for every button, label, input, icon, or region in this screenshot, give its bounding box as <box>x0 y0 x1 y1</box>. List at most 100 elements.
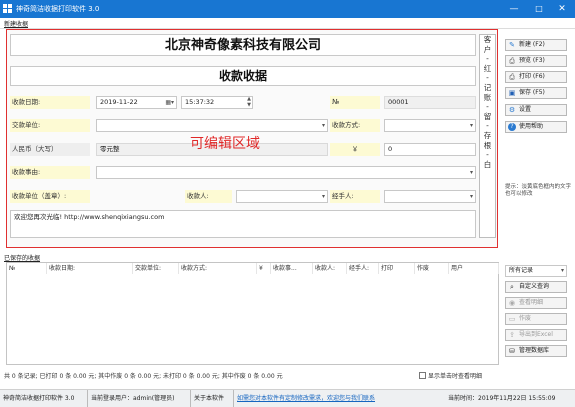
reason-label[interactable]: 收款事由: <box>10 166 90 179</box>
help-icon: ? <box>508 123 516 131</box>
app-icon <box>3 4 12 13</box>
records-table[interactable]: № 收款日期: 交款单位: 收款方式: ¥ 收款事... 收款人: 经手人: 打… <box>6 262 499 365</box>
minimize-button[interactable]: — <box>505 2 523 16</box>
custom-query-button[interactable]: ⌕ 自定义查询 <box>505 281 567 293</box>
void-icon: ▭ <box>508 315 516 323</box>
manage-database-label: 管理数据库 <box>519 347 550 354</box>
spinner-icon[interactable]: ▲ ▼ <box>247 97 251 108</box>
col-header[interactable]: ¥ <box>257 263 271 274</box>
time-value: 15:37:32 <box>185 98 215 106</box>
col-header[interactable]: № <box>7 263 47 274</box>
help-button[interactable]: ? 使用帮助 <box>505 121 567 133</box>
custom-query-label: 自定义查询 <box>519 283 550 290</box>
receipt-number: 00001 <box>384 96 476 109</box>
reason-combobox[interactable] <box>96 166 476 179</box>
company-name-field[interactable]: 北京神奇像素科技有限公司 <box>10 34 476 56</box>
method-label[interactable]: 收款方式: <box>330 119 380 132</box>
note-textarea[interactable]: 欢迎您再次光临! http://www.shenqixiangsu.com <box>10 210 476 238</box>
col-header[interactable]: 收款日期: <box>47 263 133 274</box>
col-header[interactable]: 收款方式: <box>179 263 257 274</box>
help-button-label: 使用帮助 <box>519 123 544 130</box>
date-label[interactable]: 收款日期: <box>10 96 90 109</box>
status-clock: 当前时间：2019年11月22日 15:55:09 <box>448 395 556 402</box>
col-header[interactable]: 交款单位: <box>133 263 179 274</box>
col-header[interactable]: 经手人: <box>347 263 379 274</box>
save-icon: ▣ <box>508 89 516 97</box>
status-bar: 神奇简洁收据打印软件 3.0 当前登录用户：admin(管理员) 关于本软件 如… <box>0 389 575 407</box>
record-filter-select[interactable]: 所有记录 <box>505 265 567 277</box>
handler-combobox[interactable] <box>384 190 476 203</box>
stub-char: 账 <box>483 92 492 102</box>
method-combobox[interactable] <box>384 119 476 132</box>
save-button-label: 保存 (F5) <box>519 89 545 96</box>
manage-database-button[interactable]: ⛁ 管理数据库 <box>505 345 567 357</box>
void-button[interactable]: ▭ 作废 <box>505 313 567 325</box>
menu-bar: 新建收据 <box>0 18 575 29</box>
gear-icon: ⚙ <box>508 106 516 114</box>
receipt-title-field[interactable]: 收款收据 <box>10 66 476 86</box>
unit-stamp-label[interactable]: 收款单位（盖章）: <box>10 190 90 203</box>
window-title: 神奇简洁收据打印软件 3.0 <box>16 5 100 13</box>
checkbox-label: 显示单击时查看明细 <box>428 373 483 380</box>
show-detail-checkbox[interactable]: 显示单击时查看明细 <box>419 371 482 380</box>
print-button[interactable]: ⎙ 打印 (F6) <box>505 71 567 83</box>
col-header[interactable]: 收款人: <box>313 263 347 274</box>
rmb-uppercase-label: 人民币（大写） <box>10 143 90 156</box>
calendar-icon[interactable]: ▦▾ <box>165 97 174 108</box>
close-button[interactable]: ✕ <box>553 2 571 16</box>
view-detail-button[interactable]: ◉ 查看明细 <box>505 297 567 309</box>
new-button[interactable]: ✎ 新建 (F2) <box>505 39 567 51</box>
about-link[interactable]: 关于本软件 <box>190 390 224 407</box>
col-header[interactable]: 作废 <box>415 263 449 274</box>
amount-input[interactable]: 0 <box>384 143 476 156</box>
detail-icon: ◉ <box>508 299 516 307</box>
payer-label[interactable]: 交款单位: <box>10 119 90 132</box>
col-header[interactable]: 用户 <box>449 263 499 274</box>
stub-char: - <box>486 54 489 64</box>
yen-symbol: ￥ <box>330 143 380 156</box>
editable-area-caption: 可编辑区域 <box>190 136 260 152</box>
stub-char: 白 <box>483 159 492 169</box>
records-summary: 共 0 条记录; 已打印 0 条 0.00 元; 其中作废 0 条 0.00 元… <box>4 373 283 380</box>
col-header[interactable]: 打印 <box>379 263 415 274</box>
stub-char: 记 <box>483 82 492 92</box>
time-picker[interactable]: 15:37:32 ▲ ▼ <box>181 96 253 109</box>
void-label: 作废 <box>519 315 532 322</box>
receiver-label[interactable]: 收款人: <box>185 190 232 203</box>
status-user: 当前登录用户：admin(管理员) <box>87 390 174 407</box>
preview-icon: ⎙ <box>509 57 515 65</box>
copy-stub-column[interactable]: 客 户 - 红 - 记 账 - 留 - 存 根 - 白 <box>479 34 496 238</box>
stub-char: - <box>486 73 489 83</box>
export-icon: ⇪ <box>509 331 515 339</box>
view-detail-label: 查看明细 <box>519 299 544 306</box>
handler-label[interactable]: 经手人: <box>330 190 380 203</box>
printer-icon: ⎙ <box>509 73 515 81</box>
stub-char: 客 <box>483 35 492 44</box>
receiver-combobox[interactable] <box>236 190 328 203</box>
status-app-name: 神奇简洁收据打印软件 3.0 <box>3 395 75 402</box>
custom-dev-notice-link[interactable]: 如需您对本软件有定制修改需求，欢迎您与我们联系 <box>233 390 375 407</box>
col-header[interactable]: 收款事... <box>271 263 313 274</box>
checkbox-box[interactable] <box>419 372 426 379</box>
stub-char: 根 <box>483 140 492 150</box>
new-receipt-section-label[interactable]: 新建收据 <box>4 19 28 28</box>
preview-button[interactable]: ⎙ 预览 (F3) <box>505 55 567 67</box>
date-picker[interactable]: 2019-11-22 ▦▾ <box>96 96 177 109</box>
database-icon: ⛁ <box>509 347 515 355</box>
saved-receipts-label: 已保存的收据 <box>4 255 41 262</box>
settings-button-label: 设置 <box>519 106 532 113</box>
stub-char: - <box>486 102 489 112</box>
payer-combobox[interactable] <box>96 119 328 132</box>
preview-button-label: 预览 (F3) <box>519 57 545 64</box>
tip-text: 提示：淡黄底色框内的文字也可以修改 <box>505 184 572 197</box>
stub-char: 存 <box>483 130 492 140</box>
new-button-label: 新建 (F2) <box>519 41 545 48</box>
maximize-button[interactable]: □ <box>530 2 548 16</box>
print-button-label: 打印 (F6) <box>519 73 545 80</box>
export-excel-label: 导出到Excel <box>519 331 553 338</box>
search-icon: ⌕ <box>510 283 514 291</box>
export-excel-button[interactable]: ⇪ 导出到Excel <box>505 329 567 341</box>
settings-button[interactable]: ⚙ 设置 <box>505 104 567 116</box>
save-button[interactable]: ▣ 保存 (F5) <box>505 87 567 99</box>
title-bar: 神奇简洁收据打印软件 3.0 — □ ✕ <box>0 0 575 18</box>
